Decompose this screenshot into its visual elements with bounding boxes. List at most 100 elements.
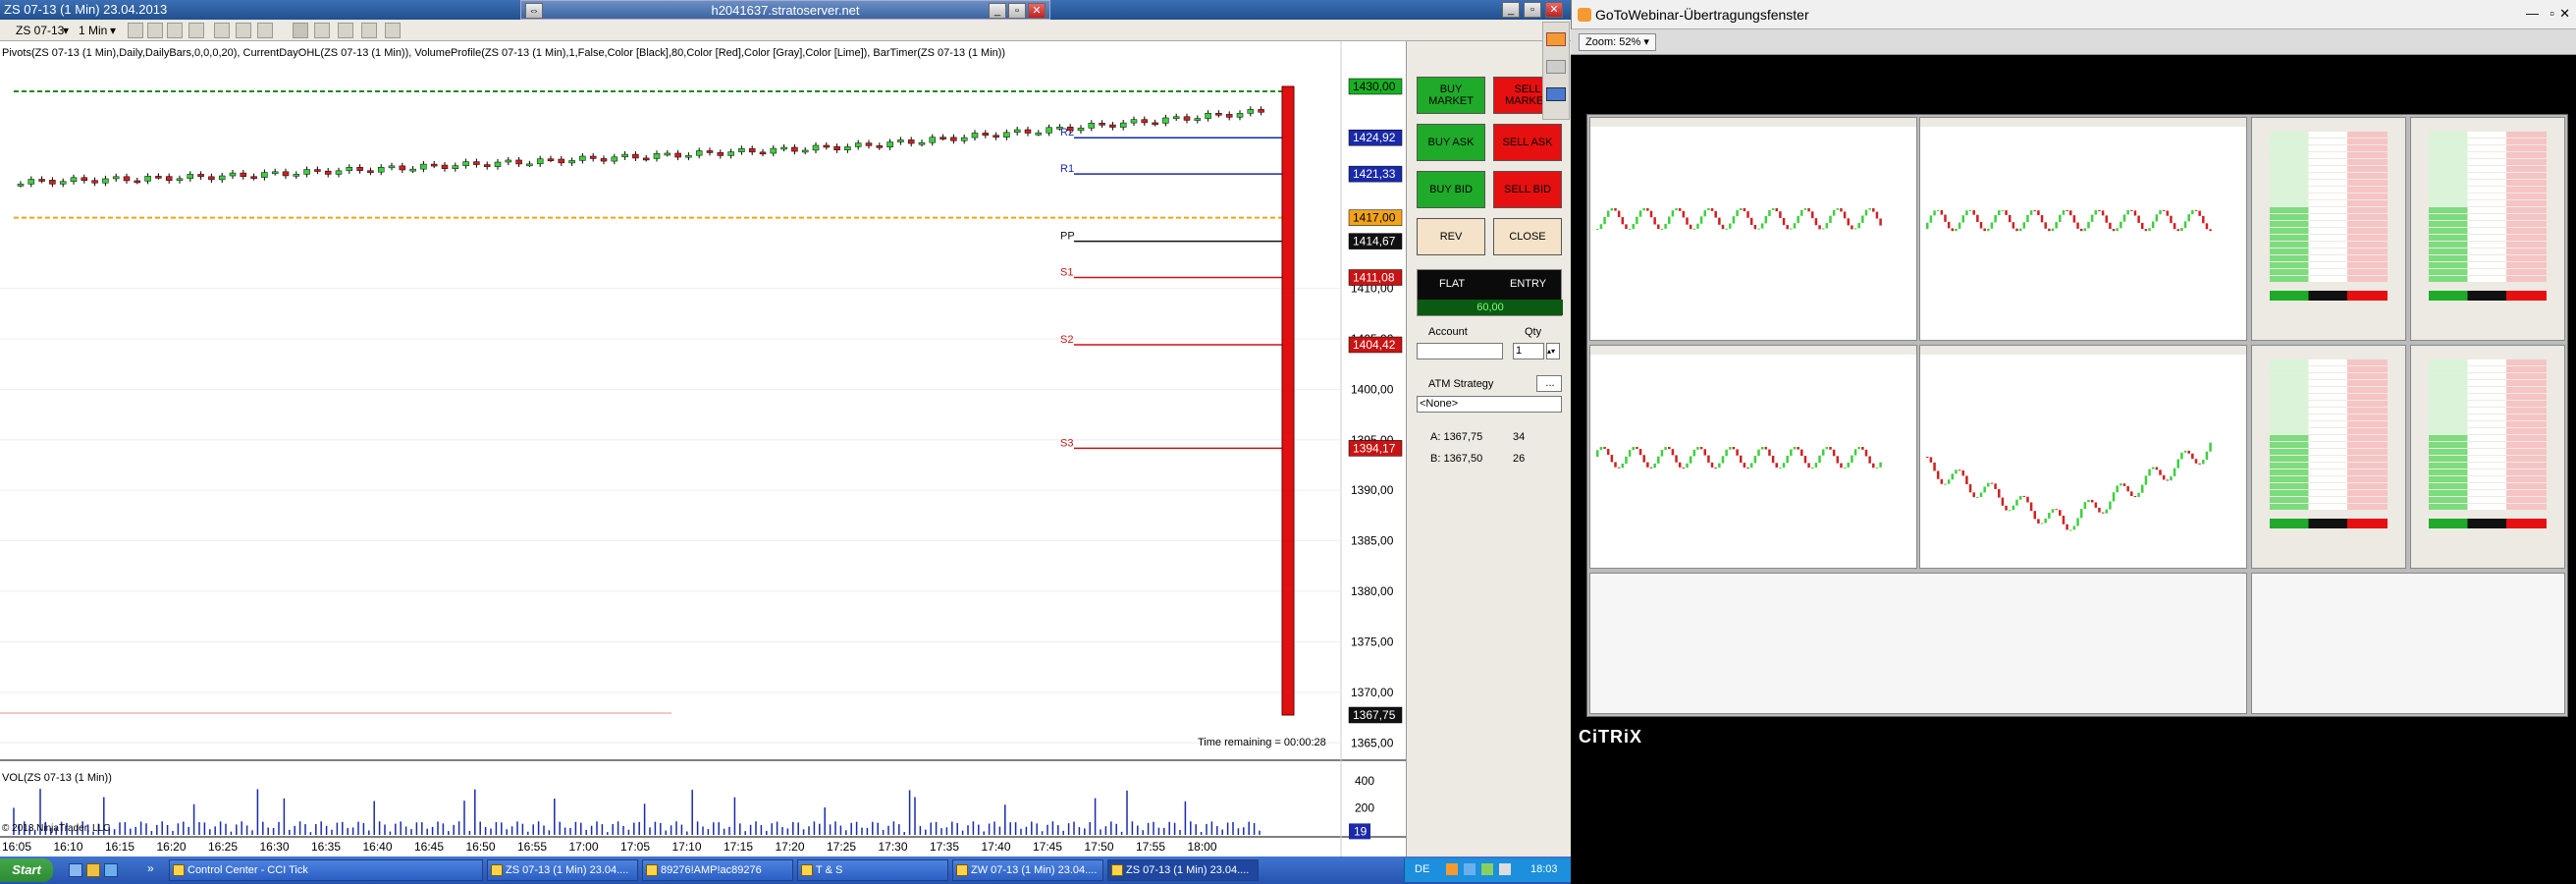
shared-candle <box>2094 210 2098 215</box>
nt-close-icon[interactable]: ✕ <box>1545 2 1563 18</box>
tray-volume-icon[interactable] <box>1499 863 1511 875</box>
shared-dom-row <box>2270 387 2388 393</box>
quicklaunch-ie-icon[interactable] <box>104 863 118 877</box>
webinar-close-icon[interactable]: ✕ <box>2559 6 2570 22</box>
candle-body <box>134 180 141 184</box>
shared-dom-row <box>2429 207 2547 213</box>
candle-body <box>1099 123 1105 126</box>
start-button[interactable]: Start <box>0 858 53 882</box>
shared-dom-row <box>2270 187 2388 193</box>
task-control-center[interactable]: Control Center - CCI Tick <box>169 859 483 881</box>
options-icon[interactable] <box>385 23 401 38</box>
task-time-sales[interactable]: T & S <box>797 859 948 881</box>
shared-dom-row <box>2429 497 2547 503</box>
shared-candle <box>1617 210 1621 218</box>
data-box-icon[interactable] <box>314 23 330 38</box>
candle-body <box>1205 113 1211 119</box>
zoom-icon[interactable] <box>236 23 251 38</box>
shared-dom-buttons <box>2429 519 2547 528</box>
print-icon[interactable] <box>361 23 377 38</box>
shared-candle <box>1825 447 1829 450</box>
shared-dom-row <box>2429 242 2547 248</box>
close-position-button[interactable]: CLOSE <box>1493 218 1562 255</box>
nt-maximize-icon[interactable]: ▫ <box>1524 2 1541 18</box>
candle-body <box>165 176 173 182</box>
sell-ask-button[interactable]: SELL ASK <box>1493 124 1562 161</box>
shared-candle <box>1929 215 1933 223</box>
shared-candle <box>1872 463 1875 469</box>
tray-security-icon[interactable] <box>1481 863 1493 875</box>
back-arrow-icon[interactable] <box>1546 32 1566 46</box>
webinar-minimize-icon[interactable]: — <box>2526 6 2539 21</box>
chart-window-title-text: ZS 07-13 (1 Min) 23.04.2013 <box>4 2 168 17</box>
quicklaunch-explorer-icon[interactable] <box>86 863 100 877</box>
instrument-selector[interactable]: ZS 07-13 <box>16 23 64 38</box>
buy-market-button[interactable]: BUY MARKET <box>1417 77 1485 114</box>
draw-pencil-icon[interactable] <box>167 23 183 38</box>
atm-strategy-select[interactable]: <None> <box>1417 396 1562 413</box>
language-indicator[interactable]: DE <box>1415 863 1429 875</box>
qty-input[interactable]: 1 <box>1513 343 1544 359</box>
shared-candle <box>2183 450 2187 453</box>
instrument-dropdown-icon[interactable]: ▾ <box>63 23 69 38</box>
shared-candle <box>2162 209 2166 211</box>
candle-body <box>505 159 512 163</box>
candle-body <box>377 167 385 173</box>
lock-icon[interactable] <box>1546 60 1566 74</box>
shared-candle <box>2151 467 2155 470</box>
properties-icon[interactable] <box>257 23 273 38</box>
quicklaunch-desktop-icon[interactable] <box>69 863 82 877</box>
candle-body <box>950 137 957 141</box>
copy-icon[interactable] <box>338 23 353 38</box>
candle-body <box>844 146 851 150</box>
nt-minimize-icon[interactable]: _ <box>1502 2 1520 18</box>
candle-body <box>801 149 809 153</box>
candle-body <box>91 180 98 184</box>
window-icon[interactable] <box>1546 87 1566 101</box>
task-zw-chart[interactable]: ZW 07-13 (1 Min) 23.04.... <box>952 859 1103 881</box>
price-chart[interactable]: 1410,001405,001400,001395,001390,001385,… <box>0 41 1406 856</box>
remote-session-bar[interactable]: h2041637.stratoserver.net ⇔ _ ▫ ✕ <box>520 0 1050 20</box>
order-panel-toggle-icon[interactable] <box>293 23 308 38</box>
task-zs-chart-1[interactable]: ZS 07-13 (1 Min) 23.04.... <box>487 859 638 881</box>
task-account[interactable]: 89276!AMP!ac89276 <box>642 859 793 881</box>
restore-icon[interactable]: ▫ <box>1008 3 1026 19</box>
interval-selector[interactable]: 1 Min <box>79 23 107 38</box>
webinar-restore-icon[interactable]: ▫ <box>2549 6 2554 21</box>
qty-label: Qty <box>1525 326 1542 338</box>
candle-body <box>854 142 862 147</box>
shared-dom-row <box>2270 490 2388 496</box>
bar-style-icon[interactable] <box>128 23 143 38</box>
candle-body <box>483 164 491 167</box>
candle-body <box>70 177 78 183</box>
candle-body <box>833 145 840 150</box>
close-icon[interactable]: ✕ <box>1028 3 1046 19</box>
time-tick-label: 16:35 <box>311 840 341 854</box>
atm-options-button[interactable]: ... <box>1536 375 1562 392</box>
shared-candle <box>1764 447 1768 450</box>
tray-network-icon[interactable] <box>1464 863 1476 875</box>
session-pin-icon[interactable]: ⇔ <box>525 3 543 19</box>
candle-body <box>674 152 681 158</box>
shared-dom-row <box>2429 132 2547 138</box>
candle-body <box>1194 118 1202 121</box>
minimize-icon[interactable]: _ <box>989 3 1006 19</box>
shared-candle <box>1853 449 1857 456</box>
interval-dropdown-icon[interactable]: ▾ <box>110 23 116 38</box>
task-zs-chart-2[interactable]: ZS 07-13 (1 Min) 23.04.... <box>1107 859 1259 881</box>
indicator-icon[interactable] <box>147 23 163 38</box>
tray-app-icon[interactable] <box>1446 863 1458 875</box>
draw-tools-icon[interactable] <box>188 23 204 38</box>
cursor-icon[interactable] <box>214 23 230 38</box>
reverse-button[interactable]: REV <box>1417 218 1485 255</box>
taskbar-overflow-icon[interactable]: » <box>147 861 154 875</box>
qty-spinner-icon[interactable]: ▴▾ <box>1546 343 1560 359</box>
shared-candle <box>1768 449 1771 456</box>
buy-bid-button[interactable]: BUY BID <box>1417 171 1485 208</box>
zoom-select[interactable]: Zoom: 52% ▾ <box>1579 33 1656 51</box>
account-select[interactable] <box>1417 343 1503 359</box>
sell-bid-button[interactable]: SELL BID <box>1493 171 1562 208</box>
shared-candle <box>1976 496 1979 498</box>
candle-body <box>27 179 35 185</box>
buy-ask-button[interactable]: BUY ASK <box>1417 124 1485 161</box>
